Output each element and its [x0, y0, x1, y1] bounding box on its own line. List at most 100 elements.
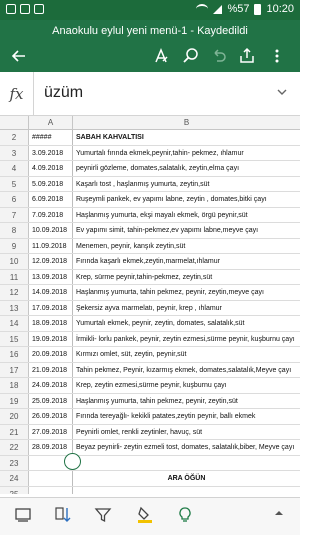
row-number[interactable]: 19	[0, 393, 29, 408]
row-number[interactable]: 16	[0, 347, 29, 362]
table-row[interactable]: 9 11.09.2018 Menemen, peynir, kanşık zeyti…	[0, 238, 300, 254]
row-number[interactable]: 10	[0, 254, 29, 269]
row-number[interactable]: 8	[0, 223, 29, 238]
row-number[interactable]: 5	[0, 176, 29, 191]
sheet-grid[interactable]: 2 ##### SABAH KAHVALTISI 3 3.09.2018 Yumurtal…	[0, 130, 300, 494]
row-number[interactable]: 9	[0, 238, 29, 253]
row-number[interactable]: 13	[0, 300, 29, 315]
table-row[interactable]: 24 ARA ÖĞÜN	[0, 471, 300, 487]
cell-b[interactable]: Yumurtalı fırında ekmek,peynir,tahin- pe…	[73, 146, 300, 161]
cell-b[interactable]: Fırında kaşarlı ekmek,zeytin,marmelat,ıh…	[73, 254, 300, 269]
cell-a[interactable]: 11.09.2018	[29, 238, 73, 253]
sort-icon[interactable]	[52, 506, 74, 528]
cell-b[interactable]: İrmikli- lorlu pankek, peynir, zeytin ez…	[73, 332, 300, 347]
format-text-icon[interactable]	[150, 47, 172, 67]
cell-b[interactable]: SABAH KAHVALTISI	[73, 130, 300, 145]
table-row[interactable]: 10 12.09.2018 Fırında kaşarlı ekmek,zeytin…	[0, 254, 300, 270]
cell-a[interactable]: 17.09.2018	[29, 300, 73, 315]
cell-a[interactable]: 24.09.2018	[29, 378, 73, 393]
cell-a[interactable]: 12.09.2018	[29, 254, 73, 269]
cell-b[interactable]: Yumurtalı ekmek, peynir, zeytin, domates…	[73, 316, 300, 331]
row-number[interactable]: 7	[0, 207, 29, 222]
cell-b[interactable]: Tahin pekmez, Peynir, kızarmış ekmek, do…	[73, 363, 300, 378]
chevron-down-icon[interactable]	[276, 86, 288, 101]
table-row[interactable]: 18 24.09.2018 Krep, zeytin ezmesi,sürme pe…	[0, 378, 300, 394]
filter-icon[interactable]	[92, 506, 114, 528]
share-icon[interactable]	[236, 47, 258, 67]
table-row[interactable]: 20 26.09.2018 Fırında tereyağlı- kekikli p…	[0, 409, 300, 425]
cell-b[interactable]: Peynirli omlet, renkli zeytinler, havuç,…	[73, 425, 300, 440]
table-row[interactable]: 17 21.09.2018 Tahin pekmez, Peynir, kızarm…	[0, 362, 300, 378]
cell-b[interactable]	[73, 456, 300, 471]
row-number[interactable]: 15	[0, 331, 29, 346]
cell-a[interactable]: 14.09.2018	[29, 285, 73, 300]
cell-b[interactable]: Kaşarlı tost , haşlanmış yumurta, zeytin…	[73, 177, 300, 192]
row-number[interactable]: 14	[0, 316, 29, 331]
select-all-corner[interactable]	[0, 116, 29, 130]
cell-a[interactable]: 19.09.2018	[29, 331, 73, 346]
cell-b[interactable]: Fırında tereyağlı- kekikli patates,zeyti…	[73, 409, 300, 424]
column-header-b[interactable]: B	[73, 116, 300, 130]
cell-a[interactable]: 20.09.2018	[29, 347, 73, 362]
cell-b[interactable]: ARA ÖĞÜN	[73, 471, 300, 486]
table-row[interactable]: 23	[0, 455, 300, 471]
formula-bar[interactable]: fx üzüm	[0, 72, 300, 116]
table-row[interactable]: 21 27.09.2018 Peynirli omlet, renkli zeyti…	[0, 424, 300, 440]
back-arrow-icon[interactable]	[8, 47, 30, 67]
cell-b[interactable]	[73, 487, 300, 495]
cell-b[interactable]: Kırmızı omlet, süt, zeytin, peynir,süt	[73, 347, 300, 362]
formula-input[interactable]: üzüm	[44, 84, 83, 102]
table-row[interactable]: 3 3.09.2018 Yumurtalı fırında ekmek,peynir…	[0, 145, 300, 161]
row-number[interactable]: 12	[0, 285, 29, 300]
selection-handle[interactable]	[64, 453, 81, 470]
row-number[interactable]: 25	[0, 486, 29, 494]
row-number[interactable]: 22	[0, 440, 29, 455]
fill-color-icon[interactable]	[134, 506, 156, 528]
cell-b[interactable]: Haşlanmış yumurta, tahin pekmez, peynir,…	[73, 394, 300, 409]
cell-a[interactable]: 21.09.2018	[29, 362, 73, 377]
cell-a[interactable]: 5.09.2018	[29, 176, 73, 191]
table-row[interactable]: 2 ##### SABAH KAHVALTISI	[0, 130, 300, 146]
function-icon[interactable]: fx	[0, 72, 34, 116]
cell-a[interactable]: 3.09.2018	[29, 145, 73, 160]
view-icon[interactable]	[12, 506, 34, 528]
row-number[interactable]: 23	[0, 455, 29, 470]
table-row[interactable]: 22 28.09.2018 Beyaz peynirli- zeytin ezmel…	[0, 440, 300, 456]
table-row[interactable]: 5 5.09.2018 Kaşarlı tost , haşlanmış yumur…	[0, 176, 300, 192]
table-row[interactable]: 13 17.09.2018 Şekersiz ayva marmelatı, pey…	[0, 300, 300, 316]
cell-a[interactable]: 25.09.2018	[29, 393, 73, 408]
table-row[interactable]: 12 14.09.2018 Haşlanmış yumurta, tahin pek…	[0, 285, 300, 301]
cell-a[interactable]: 13.09.2018	[29, 269, 73, 284]
table-row[interactable]: 25	[0, 486, 300, 495]
cell-b[interactable]: Beyaz peynirli- zeytin ezmeli tost, doma…	[73, 440, 300, 455]
cell-a[interactable]: 18.09.2018	[29, 316, 73, 331]
row-number[interactable]: 6	[0, 192, 29, 207]
cell-a[interactable]: 7.09.2018	[29, 207, 73, 222]
row-number[interactable]: 3	[0, 145, 29, 160]
ideas-icon[interactable]	[174, 506, 196, 528]
row-number[interactable]: 21	[0, 424, 29, 439]
cell-a[interactable]: 6.09.2018	[29, 192, 73, 207]
table-row[interactable]: 14 18.09.2018 Yumurtalı ekmek, peynir, zey…	[0, 316, 300, 332]
cell-a[interactable]: 27.09.2018	[29, 424, 73, 439]
table-row[interactable]: 8 10.09.2018 Ev yapımı simit, tahin-pekmez…	[0, 223, 300, 239]
cell-b[interactable]: peynirli gözleme, domates,salatalık, zey…	[73, 161, 300, 176]
search-icon[interactable]	[180, 47, 202, 67]
table-row[interactable]: 16 20.09.2018 Kırmızı omlet, süt, zeytin, …	[0, 347, 300, 363]
cell-b[interactable]: Ruşeymli pankek, ev yapımı labne, zeytin…	[73, 192, 300, 207]
cell-a[interactable]: #####	[29, 130, 73, 145]
cell-b[interactable]: Haşlanmış yumurta, ekşi mayalı ekmek, ör…	[73, 208, 300, 223]
table-row[interactable]: 15 19.09.2018 İrmikli- lorlu pankek, peyni…	[0, 331, 300, 347]
table-row[interactable]: 6 6.09.2018 Ruşeymli pankek, ev yapımı lab…	[0, 192, 300, 208]
cell-b[interactable]: Krep, sürme peynir,tahin-pekmez, zeytin,…	[73, 270, 300, 285]
more-icon[interactable]	[266, 47, 288, 67]
cell-b[interactable]: Şekersiz ayva marmelatı, peynir, krep , …	[73, 301, 300, 316]
expand-up-icon[interactable]	[268, 506, 290, 528]
cell-a[interactable]: 26.09.2018	[29, 409, 73, 424]
row-number[interactable]: 17	[0, 362, 29, 377]
row-number[interactable]: 20	[0, 409, 29, 424]
column-header-a[interactable]: A	[29, 116, 73, 130]
row-number[interactable]: 24	[0, 471, 29, 486]
cell-a[interactable]: 4.09.2018	[29, 161, 73, 176]
undo-icon[interactable]	[208, 47, 230, 67]
